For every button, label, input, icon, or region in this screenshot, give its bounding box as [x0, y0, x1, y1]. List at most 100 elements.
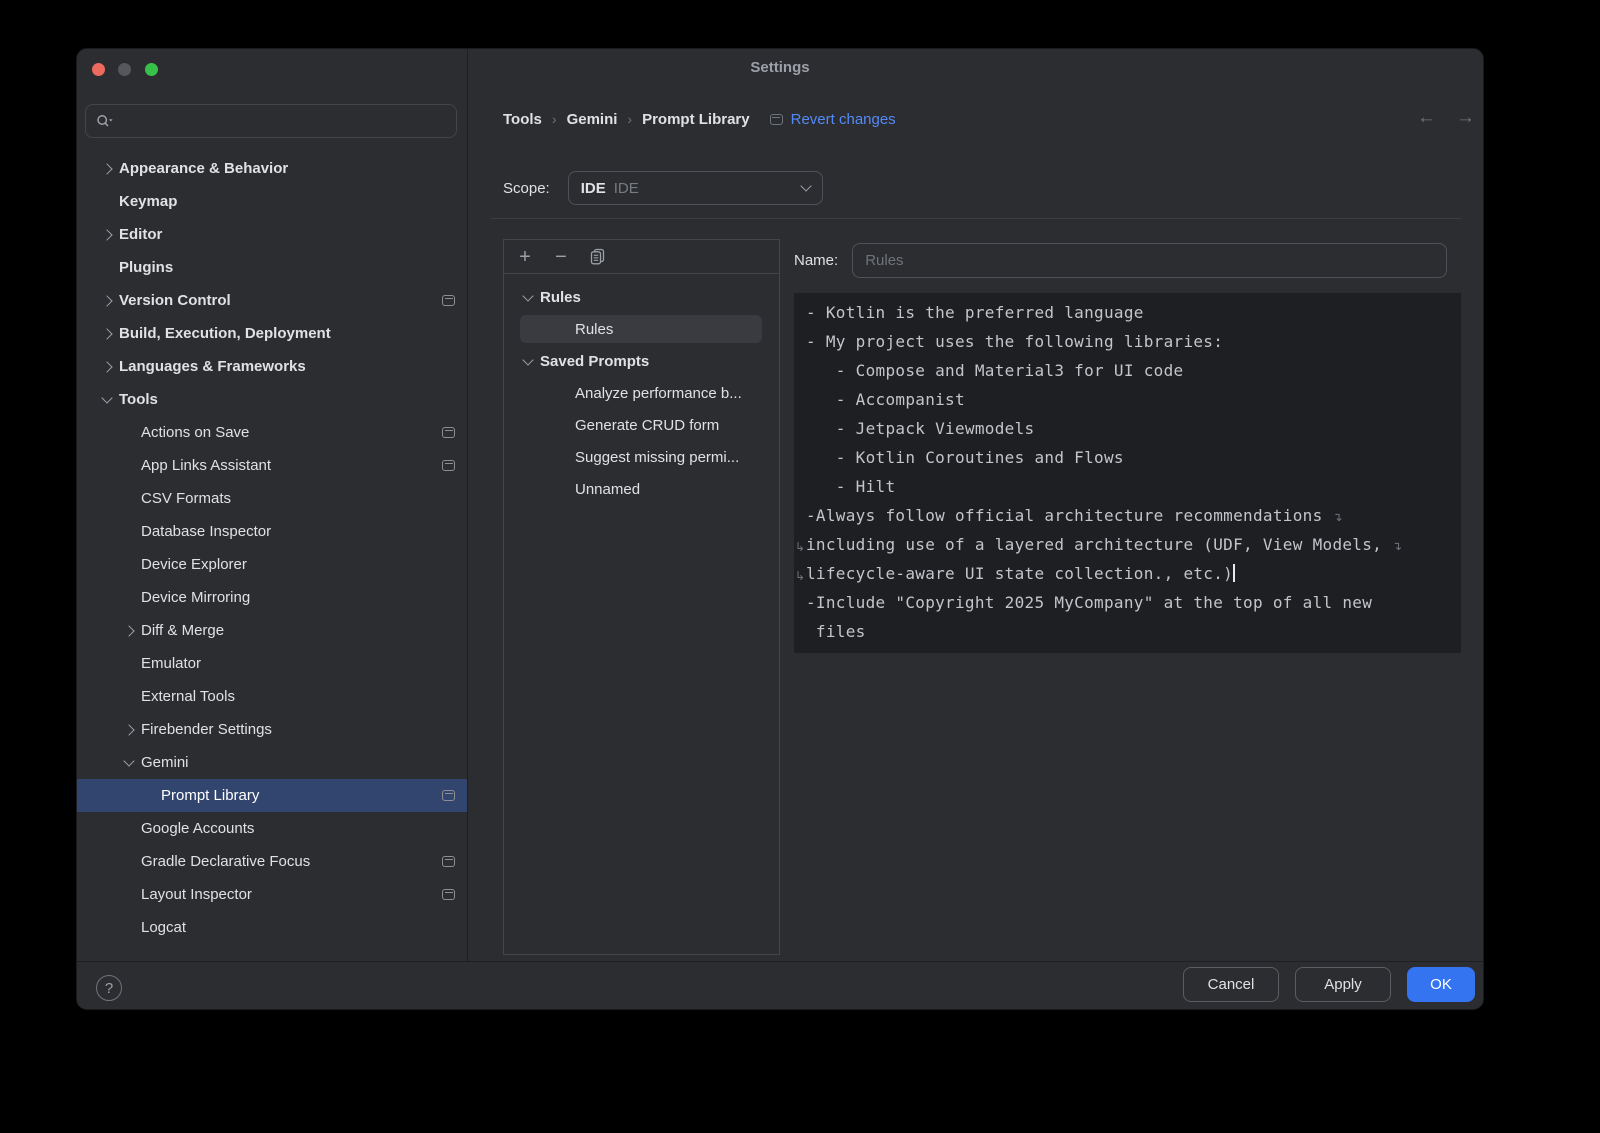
- chevron-down-icon: [800, 180, 811, 191]
- prompt-tree-item-suggest-missing-permi[interactable]: Suggest missing permi...: [504, 441, 779, 473]
- chevron-right-icon[interactable]: [97, 159, 117, 179]
- ok-button[interactable]: OK: [1407, 967, 1475, 1002]
- soft-wrap-end-icon: ↴: [1332, 510, 1342, 524]
- editor-line: ↳including use of a layered architecture…: [794, 530, 1461, 559]
- chevron-right-icon[interactable]: [119, 720, 139, 740]
- duplicate-icon[interactable]: [586, 246, 608, 268]
- chevron-spacer: [119, 588, 139, 608]
- sidebar-item-label: Device Mirroring: [141, 589, 250, 606]
- chevron-spacer: [119, 819, 139, 839]
- revert-changes[interactable]: Revert changes: [770, 111, 896, 128]
- chevron-right-icon[interactable]: [97, 225, 117, 245]
- prompt-tree-item-rules[interactable]: Rules: [504, 313, 779, 345]
- soft-wrap-start-icon: ↳: [795, 562, 805, 591]
- editor-line-text: - Compose and Material3 for UI code: [806, 361, 1183, 380]
- chevron-right-icon[interactable]: [97, 357, 117, 377]
- cancel-button[interactable]: Cancel: [1183, 967, 1279, 1002]
- sidebar-item-languages-frameworks[interactable]: Languages & Frameworks: [77, 350, 467, 383]
- forward-icon[interactable]: →: [1456, 107, 1475, 129]
- breadcrumb-prompt-library[interactable]: Prompt Library: [642, 111, 750, 128]
- breadcrumb-separator-icon: ›: [627, 111, 632, 127]
- editor-line: - Jetpack Viewmodels: [794, 414, 1461, 443]
- sidebar-item-app-links-assistant[interactable]: App Links Assistant: [77, 449, 467, 482]
- question-icon: ?: [105, 980, 113, 997]
- sidebar-item-actions-on-save[interactable]: Actions on Save: [77, 416, 467, 449]
- editor-line-text: - Kotlin is the preferred language: [806, 303, 1144, 322]
- prompt-tree-item-analyze-performance-b[interactable]: Analyze performance b...: [504, 377, 779, 409]
- editor-line-text: - My project uses the following librarie…: [806, 332, 1223, 351]
- apply-button[interactable]: Apply: [1295, 967, 1391, 1002]
- sidebar-item-plugins[interactable]: Plugins: [77, 251, 467, 284]
- sidebar-item-label: Prompt Library: [161, 787, 259, 804]
- sidebar-item-device-mirroring[interactable]: Device Mirroring: [77, 581, 467, 614]
- back-icon[interactable]: ←: [1417, 107, 1436, 129]
- sidebar-item-editor[interactable]: Editor: [77, 218, 467, 251]
- sidebar-item-label: App Links Assistant: [141, 457, 271, 474]
- editor-line: - Kotlin is the preferred language: [794, 298, 1461, 327]
- scope-value: IDE: [614, 180, 639, 197]
- editor-line: -Always follow official architecture rec…: [794, 501, 1461, 530]
- title-bar[interactable]: Settings: [77, 49, 1483, 91]
- revert-changes-link[interactable]: Revert changes: [791, 111, 896, 128]
- sidebar-item-firebender-settings[interactable]: Firebender Settings: [77, 713, 467, 746]
- sidebar-item-external-tools[interactable]: External Tools: [77, 680, 467, 713]
- modified-indicator-icon: [442, 427, 455, 438]
- screen: Settings Appearance & Behavior KeymapEdit…: [0, 0, 1600, 1133]
- prompt-tree-item-saved-prompts[interactable]: Saved Prompts: [504, 345, 779, 377]
- sidebar-item-prompt-library[interactable]: Prompt Library: [77, 779, 467, 812]
- sidebar-item-gradle-declarative-focus[interactable]: Gradle Declarative Focus: [77, 845, 467, 878]
- sidebar-item-logcat[interactable]: Logcat: [77, 911, 467, 944]
- sidebar-item-tools[interactable]: Tools: [77, 383, 467, 416]
- sidebar-item-google-accounts[interactable]: Google Accounts: [77, 812, 467, 845]
- breadcrumb-gemini[interactable]: Gemini: [567, 111, 618, 128]
- sidebar-item-database-inspector[interactable]: Database Inspector: [77, 515, 467, 548]
- editor-line: - Compose and Material3 for UI code: [794, 356, 1461, 385]
- settings-window: Settings Appearance & Behavior KeymapEdit…: [76, 48, 1484, 1010]
- chevron-down-icon[interactable]: [119, 753, 139, 773]
- sidebar-item-build-execution-deployment[interactable]: Build, Execution, Deployment: [77, 317, 467, 350]
- prompt-tree-item-rules[interactable]: Rules: [504, 281, 779, 313]
- sidebar-item-label: Device Explorer: [141, 556, 247, 573]
- sidebar-item-label: Diff & Merge: [141, 622, 224, 639]
- scope-dropdown[interactable]: IDE IDE: [568, 171, 823, 205]
- sidebar-item-device-explorer[interactable]: Device Explorer: [77, 548, 467, 581]
- sidebar-item-version-control[interactable]: Version Control: [77, 284, 467, 317]
- sidebar-item-appearance-behavior[interactable]: Appearance & Behavior: [77, 152, 467, 185]
- breadcrumb: Tools › Gemini › Prompt Library Revert c…: [503, 105, 896, 133]
- prompt-tree-item-generate-crud-form[interactable]: Generate CRUD form: [504, 409, 779, 441]
- chevron-right-icon[interactable]: [97, 324, 117, 344]
- sidebar-item-emulator[interactable]: Emulator: [77, 647, 467, 680]
- sidebar-item-diff-merge[interactable]: Diff & Merge: [77, 614, 467, 647]
- editor-line-text: lifecycle-aware UI state collection., et…: [806, 564, 1233, 583]
- chevron-right-icon[interactable]: [97, 291, 117, 311]
- chevron-down-icon[interactable]: [518, 287, 538, 307]
- prompt-tree-item-unnamed[interactable]: Unnamed: [504, 473, 779, 505]
- modified-indicator-icon: [442, 460, 455, 471]
- help-button[interactable]: ?: [96, 975, 122, 1001]
- sidebar-item-label: Emulator: [141, 655, 201, 672]
- chevron-spacer: [119, 687, 139, 707]
- prompt-editor[interactable]: - Kotlin is the preferred language - My p…: [794, 293, 1461, 653]
- sidebar-item-csv-formats[interactable]: CSV Formats: [77, 482, 467, 515]
- add-button[interactable]: +: [514, 246, 536, 268]
- breadcrumb-tools[interactable]: Tools: [503, 111, 542, 128]
- remove-button[interactable]: −: [550, 246, 572, 268]
- text-cursor: [1233, 564, 1235, 582]
- sidebar-item-label: Plugins: [119, 259, 173, 276]
- chevron-down-icon[interactable]: [518, 351, 538, 371]
- prompt-toolbar: + −: [504, 240, 779, 274]
- chevron-spacer: [139, 786, 159, 806]
- name-input[interactable]: [852, 243, 1447, 278]
- sidebar-item-label: Tools: [119, 391, 158, 408]
- chevron-down-icon[interactable]: [97, 390, 117, 410]
- search-input[interactable]: [120, 112, 446, 130]
- chevron-spacer: [119, 423, 139, 443]
- modified-indicator-icon: [770, 114, 783, 125]
- editor-line: -Include "Copyright 2025 MyCompany" at t…: [794, 588, 1461, 617]
- sidebar-item-layout-inspector[interactable]: Layout Inspector: [77, 878, 467, 911]
- chevron-right-icon[interactable]: [119, 621, 139, 641]
- sidebar-item-gemini[interactable]: Gemini: [77, 746, 467, 779]
- settings-search[interactable]: [85, 104, 457, 138]
- sidebar-item-label: Appearance & Behavior: [119, 160, 288, 177]
- sidebar-item-keymap[interactable]: Keymap: [77, 185, 467, 218]
